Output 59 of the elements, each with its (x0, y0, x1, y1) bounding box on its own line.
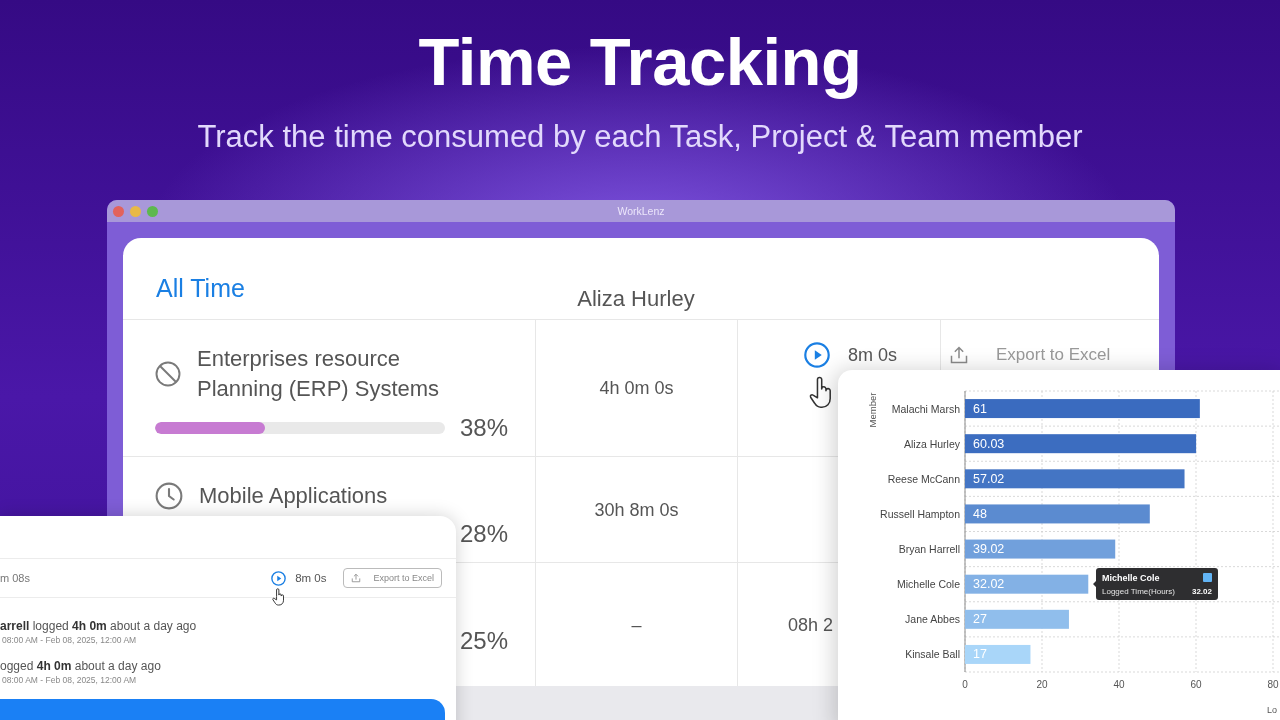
hero-title: Time Tracking (417, 24, 863, 100)
duration-text: m 08s (0, 572, 30, 584)
tick-label: 40 (1113, 678, 1125, 690)
tooltip-value: 32.02 (1191, 586, 1212, 596)
logged-time: 30h 8m 0s (594, 498, 679, 522)
data-label: 57.02 (973, 471, 1005, 486)
data-label: 61 (973, 401, 987, 416)
timer-text: 8m 0s (295, 572, 327, 584)
project-name: Enterprises resource Planning (ERP) Systems (197, 345, 441, 403)
upload-icon (351, 573, 362, 583)
category-label: Kinsale Ball (905, 648, 960, 661)
log-entry: ogged 4h 0m about a day ago (0, 658, 161, 674)
data-label: 60.03 (973, 436, 1005, 451)
axis-title: Member (866, 392, 878, 428)
category-label: Aliza Hurley (903, 437, 960, 450)
data-label: 32.02 (973, 577, 1005, 592)
minimize-button[interactable] (130, 205, 141, 217)
data-label: 39.02 (973, 542, 1005, 557)
category-label: Malachi Marsh (891, 402, 960, 415)
timer-text: 8m 0s (848, 344, 898, 367)
category-label: Michelle Cole (896, 578, 960, 591)
zoom-button[interactable] (147, 205, 158, 217)
export-button[interactable]: Export to Excel (343, 568, 442, 588)
export-button[interactable]: Export to Excel (949, 342, 1111, 368)
category-label: Russell Hampton (880, 507, 960, 520)
blocked-icon (155, 361, 181, 387)
log-time-range: 08:00 AM - Feb 08, 2025, 12:00 AM (1, 634, 137, 646)
clock-icon (155, 482, 183, 510)
upload-icon (949, 345, 969, 365)
play-icon[interactable] (271, 570, 287, 586)
tooltip-title: Michelle Cole (1102, 573, 1160, 583)
bar (965, 644, 1031, 664)
log-time-range: 08:00 AM - Feb 08, 2025, 12:00 AM (1, 674, 137, 686)
tick-label: 20 (1036, 678, 1048, 690)
percent-complete: 28% (459, 520, 508, 548)
data-label: 17 (973, 647, 987, 662)
category-label: Jane Abbes (905, 613, 960, 626)
data-label: 48 (973, 506, 987, 521)
logged-time: 4h 0m 0s (599, 377, 674, 400)
category-label: Reese McCann (887, 472, 960, 485)
window-title: WorkLenz (617, 205, 665, 217)
hero-subtitle: Track the time consumed by each Task, Project & Team member (196, 119, 1084, 155)
timer-text: 08h 2 (788, 613, 834, 637)
percent-complete: 38% (459, 414, 508, 442)
logged-time: – (631, 613, 642, 637)
percent-complete: 25% (459, 627, 508, 655)
close-button[interactable] (113, 205, 124, 217)
tick-label: 60 (1190, 678, 1202, 690)
play-icon[interactable] (804, 342, 830, 368)
tooltip-label: Logged Time(Hours) (1102, 586, 1175, 596)
period-filter[interactable]: All Time (156, 273, 245, 303)
data-label: 27 (973, 612, 987, 627)
axis-title: Lo (1267, 705, 1277, 715)
project-name: Mobile Applications (199, 482, 388, 510)
tick-label: 80 (1267, 678, 1279, 690)
category-label: Bryan Harrell (898, 543, 960, 556)
member-name: Aliza Hurley (577, 286, 695, 312)
tick-label: 0 (962, 678, 968, 690)
log-entry: arrell logged 4h 0m about a day ago (0, 618, 197, 634)
